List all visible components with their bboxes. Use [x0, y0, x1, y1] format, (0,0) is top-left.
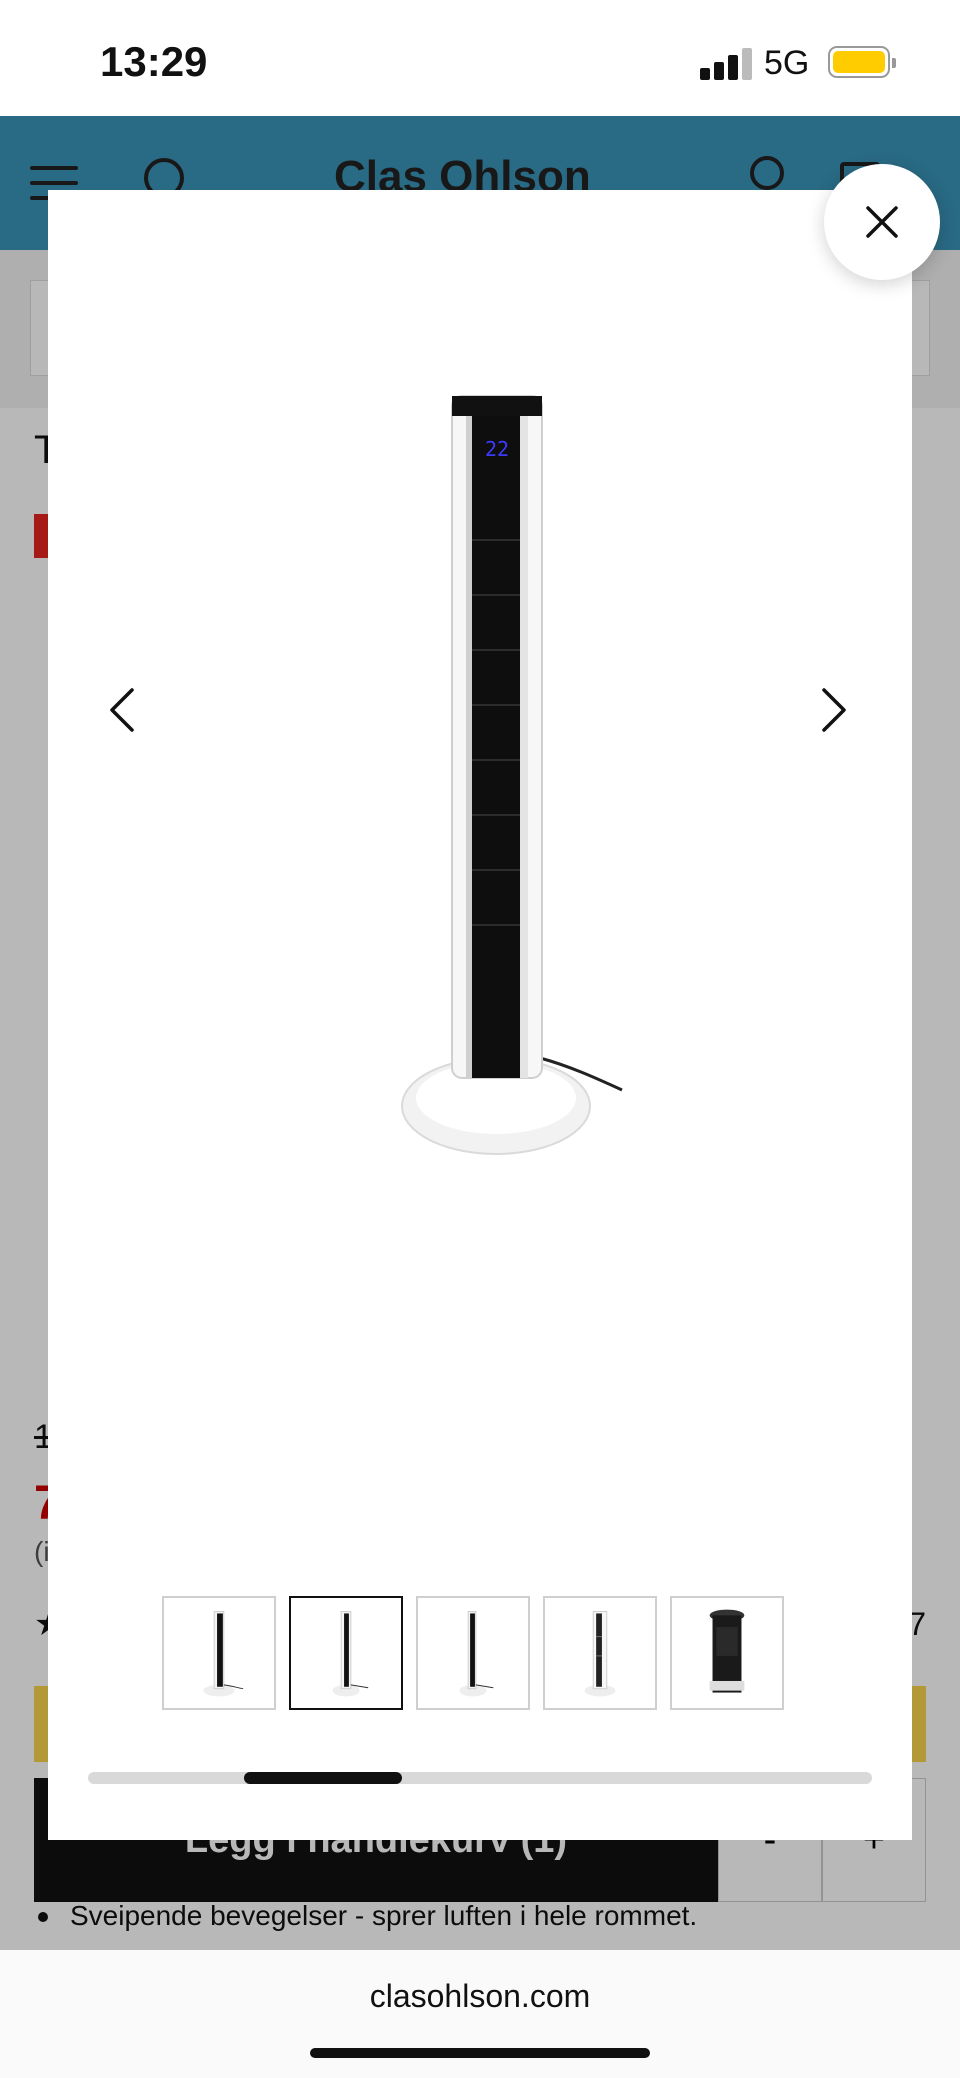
fan-display-reading: 22	[485, 437, 509, 461]
previous-image-button[interactable]	[92, 670, 152, 750]
battery-icon	[828, 46, 896, 78]
close-button[interactable]	[824, 164, 940, 280]
home-indicator[interactable]	[310, 2048, 650, 2058]
thumbnail-4[interactable]	[543, 1596, 657, 1710]
scrollbar-thumb[interactable]	[244, 1772, 402, 1784]
chevron-right-icon	[822, 688, 846, 732]
thumbnail-scrollbar[interactable]	[88, 1772, 872, 1784]
signal-icon	[700, 48, 752, 80]
next-image-button[interactable]	[804, 670, 864, 750]
chevron-left-icon	[110, 688, 134, 732]
product-image: 22	[401, 395, 623, 1155]
browser-bar: clasohlson.com	[0, 1950, 960, 2078]
thumbnail-5[interactable]	[670, 1596, 784, 1710]
thumbnail-2[interactable]	[289, 1596, 403, 1710]
url-bar[interactable]: clasohlson.com	[0, 1978, 960, 2015]
status-bar: 13:29 5G	[0, 0, 960, 116]
status-time: 13:29	[100, 38, 208, 85]
thumbnail-1[interactable]	[162, 1596, 276, 1710]
thumbnail-3[interactable]	[416, 1596, 530, 1710]
network-type: 5G	[764, 44, 810, 82]
close-icon	[866, 206, 898, 238]
